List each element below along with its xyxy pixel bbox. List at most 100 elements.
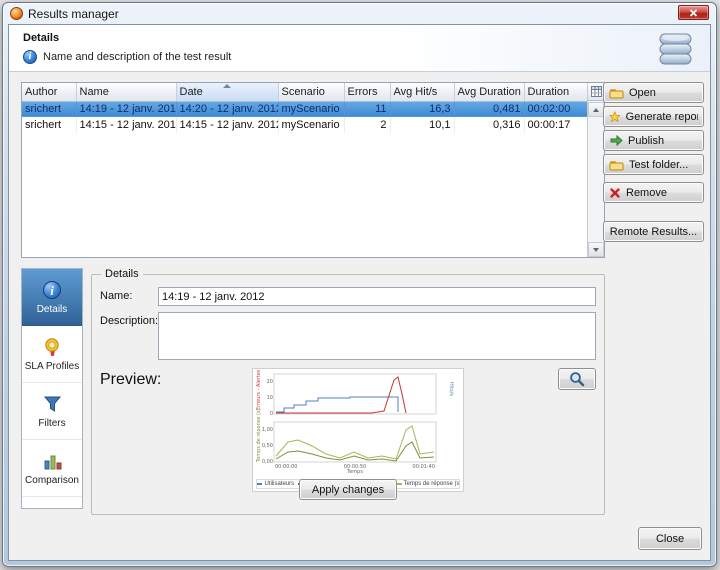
- tab-filters[interactable]: Filters: [22, 383, 82, 440]
- cell-avg-hits: 16,3: [390, 101, 454, 117]
- titlebar[interactable]: Results manager: [3, 3, 716, 24]
- table-row[interactable]: srichert 14:19 - 12 janv. 2012 14:20 - 1…: [22, 101, 588, 117]
- details-info-icon: [43, 281, 61, 299]
- remote-results-button[interactable]: Remote Results...: [603, 221, 704, 242]
- table-row[interactable]: srichert 14:15 - 12 janv. 2012 14:15 - 1…: [22, 117, 588, 133]
- cell-scenario: myScenario: [278, 101, 344, 117]
- name-label: Name:: [100, 287, 158, 306]
- svg-text:Temps de réponse (s): Temps de réponse (s): [255, 408, 262, 463]
- scroll-down-button[interactable]: [588, 242, 604, 257]
- description-label: Description:: [100, 312, 158, 360]
- tab-label: Filters: [38, 418, 65, 429]
- publish-label: Publish: [628, 135, 664, 147]
- lower-section: Details SLA Profiles: [21, 268, 605, 515]
- column-header-name[interactable]: Name: [76, 83, 176, 101]
- cell-name: 14:15 - 12 janv. 2012: [76, 117, 176, 133]
- header-banner: Details Name and description of the test…: [9, 25, 710, 72]
- column-label: Duration: [528, 86, 570, 98]
- results-grid: Author Name Date Scenario Errors Avg Hit…: [22, 83, 589, 133]
- name-field[interactable]: [158, 287, 596, 306]
- cell-avg-duration: 0,316: [454, 117, 524, 133]
- svg-text:0: 0: [270, 411, 273, 417]
- window-title: Results manager: [28, 7, 119, 21]
- open-label: Open: [629, 87, 656, 99]
- close-icon: [689, 9, 698, 17]
- app-icon: [10, 7, 23, 20]
- column-label: Author: [25, 86, 57, 98]
- table-scrollbar: [587, 83, 604, 257]
- column-header-errors[interactable]: Errors: [344, 83, 390, 101]
- svg-text:00:00:00: 00:00:00: [275, 464, 297, 470]
- cell-scenario: myScenario: [278, 117, 344, 133]
- svg-text:Temps: Temps: [346, 469, 363, 474]
- info-icon: [23, 50, 37, 64]
- cell-errors: 2: [344, 117, 390, 133]
- results-table: Author Name Date Scenario Errors Avg Hit…: [21, 82, 605, 258]
- tab-sla-profiles[interactable]: SLA Profiles: [22, 326, 82, 383]
- column-config-button[interactable]: [588, 83, 604, 101]
- column-label: Errors: [348, 86, 378, 98]
- group-title: Details: [101, 268, 143, 280]
- tab-label: SLA Profiles: [25, 361, 79, 372]
- publish-button[interactable]: Publish: [603, 130, 704, 151]
- column-label: Name: [80, 86, 109, 98]
- cell-author: srichert: [22, 101, 76, 117]
- cell-errors: 11: [344, 101, 390, 117]
- close-button[interactable]: [678, 5, 709, 20]
- column-label: Date: [180, 86, 203, 98]
- cell-date: 14:15 - 12 janv. 2012: [176, 117, 278, 133]
- publish-arrow-icon: [609, 134, 623, 147]
- remote-results-label: Remote Results...: [610, 226, 697, 238]
- arrow-down-icon: [593, 248, 599, 252]
- open-folder-icon: [609, 87, 624, 99]
- arrow-up-icon: [593, 108, 599, 112]
- svg-text:0,00: 0,00: [262, 459, 273, 465]
- tab-label: Details: [37, 304, 68, 315]
- column-header-scenario[interactable]: Scenario: [278, 83, 344, 101]
- preview-label: Preview:: [100, 368, 158, 492]
- results-manager-window: Results manager Details Name and descrip…: [2, 2, 717, 567]
- sidebar-tabs: Details SLA Profiles: [21, 268, 83, 509]
- tab-label: Comparison: [25, 475, 79, 486]
- cell-duration: 00:02:00: [524, 101, 588, 117]
- generate-report-label: Generate report...: [626, 111, 698, 123]
- column-header-duration[interactable]: Duration: [524, 83, 588, 101]
- sla-medal-icon: [42, 337, 62, 358]
- svg-text:0,50: 0,50: [262, 443, 273, 449]
- preview-chart: 20 10 0 1,00 0,50 0,00 00:00:00 00:00:50…: [252, 368, 464, 492]
- column-label: Scenario: [282, 86, 325, 98]
- cell-date: 14:20 - 12 janv. 2012: [176, 101, 278, 117]
- description-field[interactable]: [158, 312, 596, 360]
- open-button[interactable]: Open: [603, 82, 704, 103]
- column-label: Avg Duration: [458, 86, 521, 98]
- remove-button[interactable]: Remove: [603, 182, 704, 203]
- svg-text:Erreurs - Alertes: Erreurs - Alertes: [256, 370, 262, 410]
- filter-funnel-icon: [43, 395, 62, 413]
- generate-report-button[interactable]: Generate report...: [603, 106, 704, 127]
- action-buttons: Open Generate report... Publish Test: [603, 82, 704, 245]
- cell-name: 14:19 - 12 janv. 2012: [76, 101, 176, 117]
- apply-changes-button[interactable]: Apply changes: [299, 479, 397, 500]
- tab-comparison[interactable]: Comparison: [22, 440, 82, 497]
- page-title: Details: [23, 32, 59, 44]
- column-header-avg-duration[interactable]: Avg Duration: [454, 83, 524, 101]
- column-header-author[interactable]: Author: [22, 83, 76, 101]
- sort-asc-icon: [223, 84, 231, 88]
- test-folder-button[interactable]: Test folder...: [603, 154, 704, 175]
- test-folder-label: Test folder...: [629, 159, 688, 171]
- dialog-content: Details Name and description of the test…: [8, 24, 711, 561]
- svg-text:10: 10: [267, 395, 273, 401]
- close-dialog-button[interactable]: Close: [638, 527, 702, 550]
- page-subtitle: Name and description of the test result: [43, 51, 231, 63]
- scroll-up-button[interactable]: [588, 102, 604, 117]
- remove-label: Remove: [626, 187, 667, 199]
- legend-label: Temps de réponse (s): [404, 481, 460, 487]
- column-config-icon: [591, 86, 602, 97]
- tab-details[interactable]: Details: [22, 269, 82, 326]
- column-header-avg-hits[interactable]: Avg Hit/s: [390, 83, 454, 101]
- remove-x-icon: [609, 187, 621, 199]
- legend-swatch: [256, 483, 262, 485]
- column-header-date[interactable]: Date: [176, 83, 278, 101]
- column-label: Avg Hit/s: [394, 86, 438, 98]
- preview-zoom-button[interactable]: [558, 368, 596, 390]
